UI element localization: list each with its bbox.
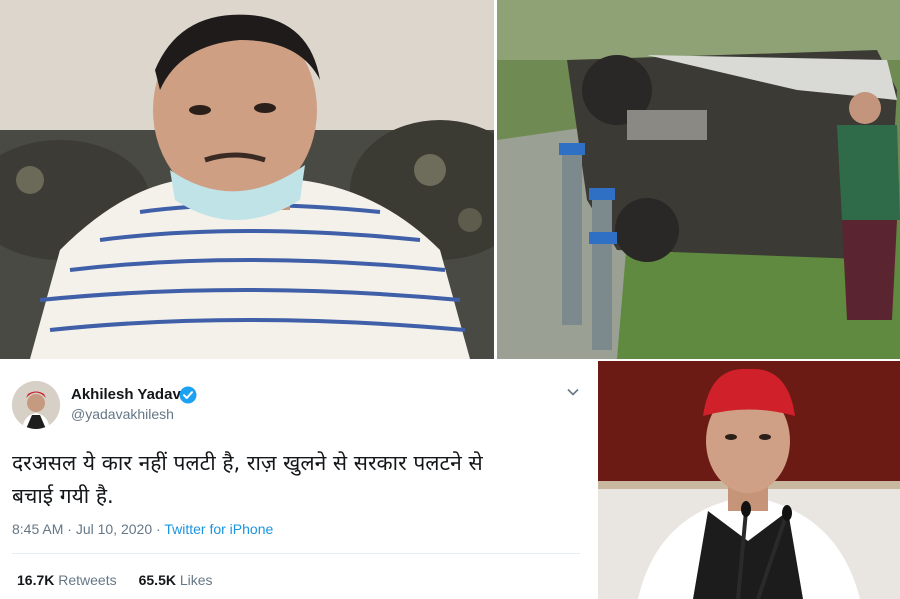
tweet-stats: 16.7K Retweets 65.5K Likes bbox=[17, 572, 213, 588]
meta-separator: · bbox=[67, 521, 76, 537]
retweets-stat[interactable]: 16.7K Retweets bbox=[17, 572, 117, 588]
photo-speaker-red-cap bbox=[598, 361, 900, 599]
tweet-text: दरअसल ये कार नहीं पलटी है, राज़ खुलने से… bbox=[12, 447, 572, 513]
tweet-text-line: बचाई गयी है. bbox=[12, 484, 114, 508]
likes-label: Likes bbox=[179, 572, 213, 588]
photo-man-striped-shirt bbox=[0, 0, 494, 359]
tweet-card: Akhilesh Yadav @yadavakhilesh दरअसल ये क… bbox=[0, 361, 596, 599]
author-handle[interactable]: @yadavakhilesh bbox=[71, 406, 174, 422]
tweet-time[interactable]: 8:45 AM bbox=[12, 521, 63, 537]
author-name[interactable]: Akhilesh Yadav bbox=[71, 386, 181, 403]
tweet-metadata: 8:45 AM · Jul 10, 2020 · Twitter for iPh… bbox=[12, 521, 273, 537]
tweet-text-line: दरअसल ये कार नहीं पलटी है, राज़ खुलने से… bbox=[12, 451, 483, 475]
retweets-count: 16.7K bbox=[17, 572, 55, 588]
chevron-down-icon[interactable] bbox=[566, 385, 580, 399]
verified-badge-icon bbox=[179, 386, 197, 404]
likes-stat[interactable]: 65.5K Likes bbox=[139, 572, 213, 588]
divider-line bbox=[12, 553, 580, 554]
photo-overturned-car bbox=[497, 0, 900, 359]
retweets-label: Retweets bbox=[58, 572, 117, 588]
author-avatar[interactable] bbox=[12, 381, 60, 429]
tweet-date[interactable]: Jul 10, 2020 bbox=[76, 521, 152, 537]
likes-count: 65.5K bbox=[138, 572, 176, 588]
tweet-source-link[interactable]: Twitter for iPhone bbox=[164, 521, 273, 537]
